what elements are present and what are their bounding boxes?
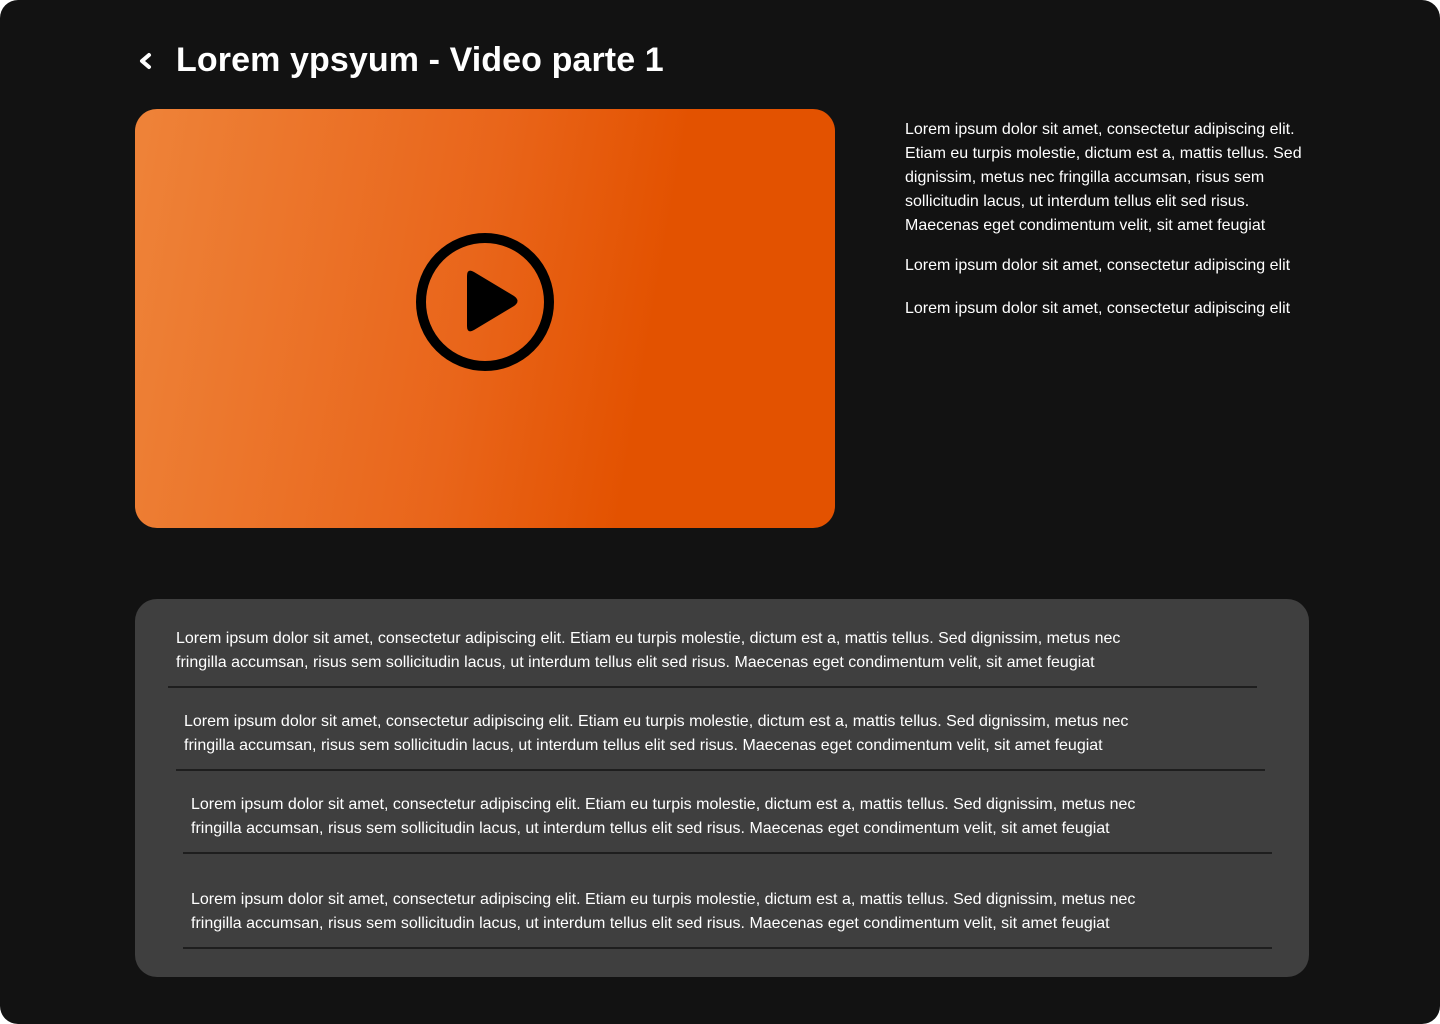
list-item[interactable]: Lorem ipsum dolor sit amet, consectetur … (183, 793, 1272, 854)
list-item[interactable]: Lorem ipsum dolor sit amet, consectetur … (168, 627, 1257, 688)
page-title: Lorem ypsyum - Video parte 1 (176, 41, 664, 79)
description-paragraph: Lorem ipsum dolor sit amet, consectetur … (905, 300, 1291, 317)
video-description: Lorem ipsum dolor sit amet, consectetur … (905, 118, 1325, 321)
list-item-line: fringilla accumsan, risus sem sollicitud… (184, 737, 1103, 754)
chevron-left-icon (140, 53, 151, 69)
play-button[interactable] (415, 232, 555, 372)
description-paragraph: Lorem ipsum dolor sit amet, consectetur … (905, 257, 1291, 274)
back-button[interactable] (128, 42, 162, 80)
description-paragraph: Lorem ipsum dolor sit amet, consectetur … (905, 121, 1302, 234)
list-item-line: fringilla accumsan, risus sem sollicitud… (176, 654, 1095, 671)
list-item-line: Lorem ipsum dolor sit amet, consectetur … (191, 891, 1136, 908)
list-item[interactable]: Lorem ipsum dolor sit amet, consectetur … (176, 710, 1265, 771)
video-player[interactable] (135, 109, 835, 528)
list-item[interactable]: Lorem ipsum dolor sit amet, consectetur … (183, 888, 1272, 949)
app-window: Lorem ypsyum - Video parte 1 Lorem ipsum… (0, 0, 1440, 1024)
list-item-line: Lorem ipsum dolor sit amet, consectetur … (176, 630, 1121, 647)
list-item-line: Lorem ipsum dolor sit amet, consectetur … (191, 796, 1136, 813)
play-circle-icon (416, 233, 554, 371)
list-item-line: Lorem ipsum dolor sit amet, consectetur … (184, 713, 1129, 730)
content-list-panel: Lorem ipsum dolor sit amet, consectetur … (135, 599, 1309, 977)
list-item-line: fringilla accumsan, risus sem sollicitud… (191, 820, 1110, 837)
list-item-line: fringilla accumsan, risus sem sollicitud… (191, 915, 1110, 932)
